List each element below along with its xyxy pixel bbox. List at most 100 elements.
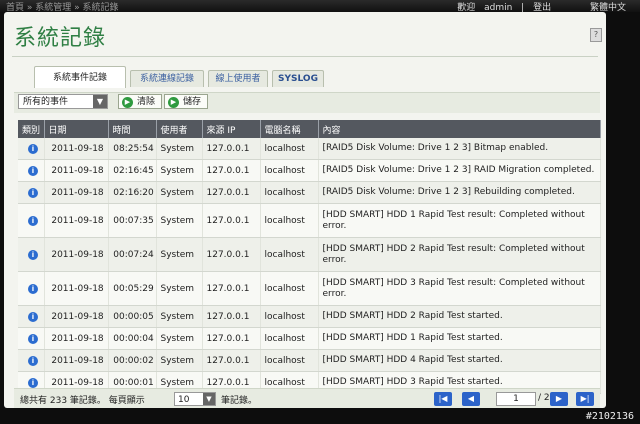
cell-host: localhost: [260, 181, 319, 204]
info-icon: i: [28, 283, 38, 294]
cell-date: 2011-09-18: [44, 271, 109, 306]
help-icon[interactable]: ?: [590, 28, 602, 42]
cell-content: [RAID5 Disk Volume: Drive 1 2 3] RAID Mi…: [318, 159, 601, 182]
tab-connection-log[interactable]: 系統連線記錄: [130, 70, 204, 87]
tab-online-users[interactable]: 線上使用者: [208, 70, 268, 87]
cell-date: 2011-09-18: [44, 327, 109, 350]
cell-date: 2011-09-18: [44, 159, 109, 182]
watermark: #2102136: [585, 411, 634, 422]
cell-content: [HDD SMART] HDD 4 Rapid Test started.: [318, 349, 601, 372]
cell-time: 00:05:29: [108, 271, 157, 306]
tab-syslog[interactable]: SYSLOG: [272, 70, 324, 87]
title-divider: [12, 56, 598, 57]
info-icon: i: [28, 215, 38, 226]
cell-ip: 127.0.0.1: [202, 305, 261, 328]
save-button[interactable]: ▶ 儲存: [164, 94, 209, 109]
cell-content: [HDD SMART] HDD 2 Rapid Test result: Com…: [318, 237, 601, 272]
cell-host: localhost: [260, 349, 319, 372]
per-page-select[interactable]: 10 ▼: [174, 392, 216, 406]
table-row[interactable]: i 2011-09-18 00:05:29 System 127.0.0.1 l…: [18, 271, 601, 306]
cell-date: 2011-09-18: [44, 305, 109, 328]
col-source-ip[interactable]: 來源 IP: [202, 120, 261, 138]
cell-date: 2011-09-18: [44, 203, 109, 238]
chevron-down-icon[interactable]: ▼: [203, 393, 215, 405]
cell-user: System: [156, 271, 203, 306]
cell-ip: 127.0.0.1: [202, 203, 261, 238]
cell-ip: 127.0.0.1: [202, 349, 261, 372]
clear-button[interactable]: ▶ 清除: [118, 94, 163, 109]
cell-ip: 127.0.0.1: [202, 271, 261, 306]
cell-host: localhost: [260, 237, 319, 272]
col-computer-name[interactable]: 電腦名稱: [260, 120, 319, 138]
cell-ip: 127.0.0.1: [202, 237, 261, 272]
info-icon: i: [28, 187, 38, 198]
col-user[interactable]: 使用者: [156, 120, 203, 138]
page-title: 系統記錄: [14, 26, 107, 51]
cell-ip: 127.0.0.1: [202, 138, 261, 160]
cell-user: System: [156, 159, 203, 182]
cell-content: [HDD SMART] HDD 2 Rapid Test started.: [318, 305, 601, 328]
col-content[interactable]: 內容: [318, 120, 601, 138]
info-icon: i: [28, 249, 38, 260]
cell-user: System: [156, 181, 203, 204]
page-number-input[interactable]: 1: [496, 392, 536, 406]
cell-ip: 127.0.0.1: [202, 159, 261, 182]
cell-time: 02:16:20: [108, 181, 157, 204]
cell-content: [HDD SMART] HDD 3 Rapid Test result: Com…: [318, 271, 601, 306]
cell-time: 02:16:45: [108, 159, 157, 182]
table-row[interactable]: i 2011-09-18 08:25:54 System 127.0.0.1 l…: [18, 138, 601, 160]
cell-host: localhost: [260, 203, 319, 238]
cell-time: 00:07:24: [108, 237, 157, 272]
info-icon: i: [28, 333, 38, 344]
main-panel: 系統記錄 ? 系統事件記錄 系統連線記錄 線上使用者 SYSLOG 所有的事件 …: [4, 12, 606, 408]
cell-date: 2011-09-18: [44, 138, 109, 160]
table-row[interactable]: i 2011-09-18 00:07:24 System 127.0.0.1 l…: [18, 237, 601, 272]
info-icon: i: [28, 377, 38, 388]
table-row[interactable]: i 2011-09-18 00:07:35 System 127.0.0.1 l…: [18, 203, 601, 238]
table-row[interactable]: i 2011-09-18 00:00:04 System 127.0.0.1 l…: [18, 327, 601, 350]
first-page-button[interactable]: |◀: [434, 392, 452, 406]
cell-host: localhost: [260, 138, 319, 160]
col-time[interactable]: 時間: [108, 120, 157, 138]
cell-host: localhost: [260, 327, 319, 350]
cell-user: System: [156, 327, 203, 350]
per-page-suffix: 筆記錄。: [221, 396, 258, 406]
last-page-button[interactable]: ▶|: [576, 392, 594, 406]
cell-content: [HDD SMART] HDD 1 Rapid Test result: Com…: [318, 203, 601, 238]
cell-date: 2011-09-18: [44, 349, 109, 372]
table-header-row: 類別 日期 時間 使用者 來源 IP 電腦名稱 內容: [18, 120, 601, 138]
cell-user: System: [156, 237, 203, 272]
table-row[interactable]: i 2011-09-18 02:16:20 System 127.0.0.1 l…: [18, 181, 601, 204]
event-filter-select[interactable]: 所有的事件 ▼: [18, 94, 108, 109]
next-page-button[interactable]: ▶: [550, 392, 568, 406]
col-category[interactable]: 類別: [18, 120, 45, 138]
cell-time: 08:25:54: [108, 138, 157, 160]
cell-ip: 127.0.0.1: [202, 327, 261, 350]
cell-time: 00:07:35: [108, 203, 157, 238]
info-icon: i: [28, 355, 38, 366]
cell-content: [RAID5 Disk Volume: Drive 1 2 3] Bitmap …: [318, 138, 601, 160]
cell-date: 2011-09-18: [44, 237, 109, 272]
table-row[interactable]: i 2011-09-18 02:16:45 System 127.0.0.1 l…: [18, 159, 601, 182]
clear-button-label: 清除: [137, 97, 156, 107]
tab-system-events[interactable]: 系統事件記錄: [34, 66, 126, 88]
chevron-down-icon[interactable]: ▼: [93, 95, 107, 108]
info-icon: i: [28, 311, 38, 322]
save-button-label: 儲存: [183, 97, 202, 107]
cell-date: 2011-09-18: [44, 181, 109, 204]
cell-host: localhost: [260, 159, 319, 182]
arrow-right-icon: ▶: [168, 96, 179, 108]
info-icon: i: [28, 165, 38, 176]
pagination-bar: 總共有 233 筆記錄。 每頁顯示 10 ▼ 筆記錄。 |◀ ◀ 1 / 24 …: [14, 388, 600, 408]
cell-time: 00:00:02: [108, 349, 157, 372]
cell-host: localhost: [260, 305, 319, 328]
cell-user: System: [156, 203, 203, 238]
record-summary: 總共有 233 筆記錄。 每頁顯示: [20, 396, 145, 406]
table-row[interactable]: i 2011-09-18 00:00:02 System 127.0.0.1 l…: [18, 349, 601, 372]
event-filter-value: 所有的事件: [23, 97, 69, 107]
col-date[interactable]: 日期: [44, 120, 109, 138]
prev-page-button[interactable]: ◀: [462, 392, 480, 406]
top-bar: 首頁 » 系統管理 » 系統記錄 歡迎 admin | 登出 繁體中文: [0, 0, 640, 13]
cell-user: System: [156, 138, 203, 160]
table-row[interactable]: i 2011-09-18 00:00:05 System 127.0.0.1 l…: [18, 305, 601, 328]
